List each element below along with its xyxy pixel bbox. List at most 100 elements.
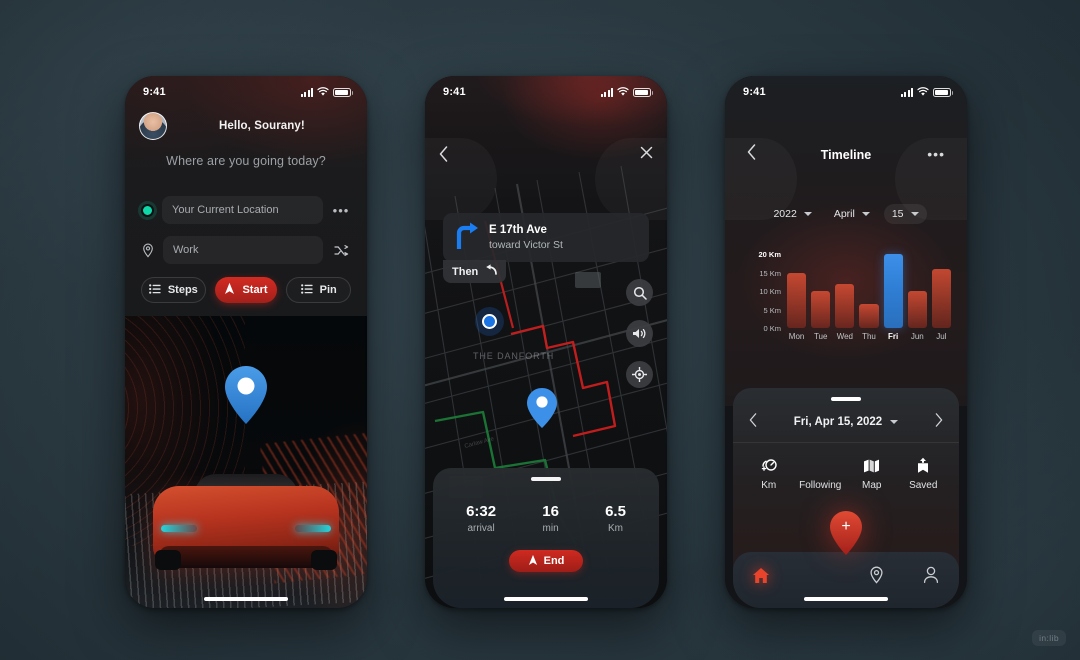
- chart-x-tick: Thu: [862, 332, 876, 341]
- watermark: in:lib: [1032, 630, 1066, 646]
- more-options-icon[interactable]: •••: [927, 146, 945, 162]
- profile-icon[interactable]: [904, 558, 959, 592]
- prev-day-button[interactable]: [749, 413, 757, 430]
- destination-row: Work: [141, 236, 351, 264]
- chart-bar-column: [835, 254, 855, 328]
- map-side-controls: [626, 279, 653, 388]
- chart-bar-column: [883, 254, 903, 328]
- quick-action-km[interactable]: Km: [743, 457, 795, 491]
- volume-icon[interactable]: [626, 320, 653, 347]
- list-icon: [148, 283, 161, 297]
- current-date-label: Fri, Apr 15, 2022: [793, 415, 883, 428]
- month-dropdown[interactable]: April: [826, 204, 878, 224]
- timeline-top-panel: [725, 76, 967, 406]
- car-illustration: [153, 466, 339, 570]
- back-button[interactable]: [439, 146, 448, 167]
- quick-action-map-label: Map: [862, 480, 882, 491]
- start-button[interactable]: Start: [214, 277, 278, 303]
- then-badge: Then: [443, 260, 507, 283]
- navigation-arrow-icon: [528, 554, 538, 569]
- quick-actions-row: Km Following Map Saved: [733, 443, 959, 491]
- status-time: 9:41: [443, 86, 466, 98]
- end-button[interactable]: End: [509, 550, 583, 572]
- eta-duration-label: min: [542, 523, 559, 534]
- start-label: Start: [242, 284, 268, 296]
- phone-screen-timeline: 9:41 Timeline ••• 2022 April 15 0 Km 5 K…: [725, 76, 967, 608]
- chart-x-tick: Tue: [813, 332, 828, 341]
- chart-y-tick: 15 Km: [759, 268, 781, 278]
- battery-icon: [933, 87, 953, 97]
- steps-button[interactable]: Steps: [141, 277, 206, 303]
- chart-bar-column: [811, 254, 831, 328]
- eta-duration-value: 16: [542, 503, 559, 520]
- chart-x-tick: Mon: [788, 332, 805, 341]
- more-options-icon[interactable]: •••: [331, 203, 351, 218]
- origin-row: Your Current Location •••: [141, 196, 351, 224]
- quick-action-saved[interactable]: Saved: [898, 457, 950, 491]
- end-label: End: [543, 555, 565, 567]
- recenter-icon[interactable]: [626, 361, 653, 388]
- close-button[interactable]: [640, 146, 653, 163]
- chart-x-tick: Jun: [910, 332, 924, 341]
- month-value: April: [833, 208, 855, 220]
- direction-toward: toward Victor St: [489, 239, 563, 252]
- chart-bar: [787, 272, 807, 328]
- pin-button[interactable]: Pin: [286, 277, 352, 303]
- eta-summary: 6:32 arrival 16 min 6.5 Km: [433, 503, 659, 534]
- sheet-grab-handle[interactable]: [531, 477, 561, 481]
- chart-y-tick: 20 Km: [758, 250, 781, 259]
- chart-y-tick: 5 Km: [763, 305, 781, 315]
- next-day-button[interactable]: [935, 413, 943, 430]
- day-dropdown[interactable]: 15: [883, 204, 927, 224]
- year-value: 2022: [773, 208, 797, 220]
- eta-distance: 6.5 Km: [605, 503, 626, 534]
- hero-car-photo: [125, 316, 367, 608]
- pin-label: Pin: [319, 284, 337, 296]
- quick-action-km-label: Km: [761, 480, 777, 491]
- origin-input[interactable]: Your Current Location: [162, 196, 323, 224]
- chevron-down-icon: [803, 212, 812, 216]
- search-icon[interactable]: [626, 279, 653, 306]
- home-indicator-3: [804, 597, 888, 601]
- battery-icon: [333, 87, 353, 97]
- chart-bar-column: [787, 254, 807, 328]
- avatar[interactable]: [139, 112, 167, 140]
- chart-y-tick: 0 Km: [763, 324, 781, 333]
- map-area-label: THE DANFORTH: [473, 351, 555, 361]
- quick-action-following[interactable]: Following: [795, 457, 847, 491]
- day-value: 15: [891, 208, 904, 220]
- direction-street: E 17th Ave: [489, 223, 547, 236]
- add-button[interactable]: +: [827, 510, 865, 556]
- wifi-icon: [317, 87, 329, 96]
- status-bar-1: 9:41: [125, 76, 367, 102]
- notch-wing-left: [425, 138, 497, 220]
- turn-right-icon: [453, 221, 479, 254]
- quick-action-map[interactable]: Map: [846, 457, 898, 491]
- chart-plot-area: [787, 254, 951, 328]
- eta-duration: 16 min: [542, 503, 559, 534]
- chart-bar: [907, 291, 927, 328]
- eta-arrival-label: arrival: [467, 523, 495, 534]
- map-pin-icon: [141, 243, 155, 258]
- notch-wing-right: [595, 138, 667, 220]
- year-dropdown[interactable]: 2022: [765, 204, 819, 224]
- greeting-text: Hello, Sourany!: [219, 120, 305, 132]
- odometer-icon: [760, 457, 778, 474]
- page-title: Where are you going today?: [166, 154, 326, 168]
- phone-screen-home: 9:41 Hello, Sourany! Where are you going…: [125, 76, 367, 608]
- current-location-dot-icon: [141, 203, 154, 217]
- map-pin-marker-icon: [220, 364, 272, 426]
- shuffle-icon[interactable]: [331, 244, 351, 257]
- status-bar-3: 9:41: [725, 76, 967, 102]
- home-icon[interactable]: [733, 558, 788, 592]
- destination-pin-icon: [525, 387, 559, 429]
- date-navigator: Fri, Apr 15, 2022: [733, 401, 959, 443]
- eta-distance-value: 6.5: [605, 503, 626, 520]
- status-bar-2: 9:41: [425, 76, 667, 102]
- chart-bar: [811, 291, 831, 328]
- steps-label: Steps: [167, 284, 198, 296]
- location-pin-icon[interactable]: [849, 558, 904, 592]
- chevron-down-icon: [910, 212, 919, 216]
- current-date-dropdown[interactable]: Fri, Apr 15, 2022: [793, 415, 899, 428]
- destination-input[interactable]: Work: [163, 236, 323, 264]
